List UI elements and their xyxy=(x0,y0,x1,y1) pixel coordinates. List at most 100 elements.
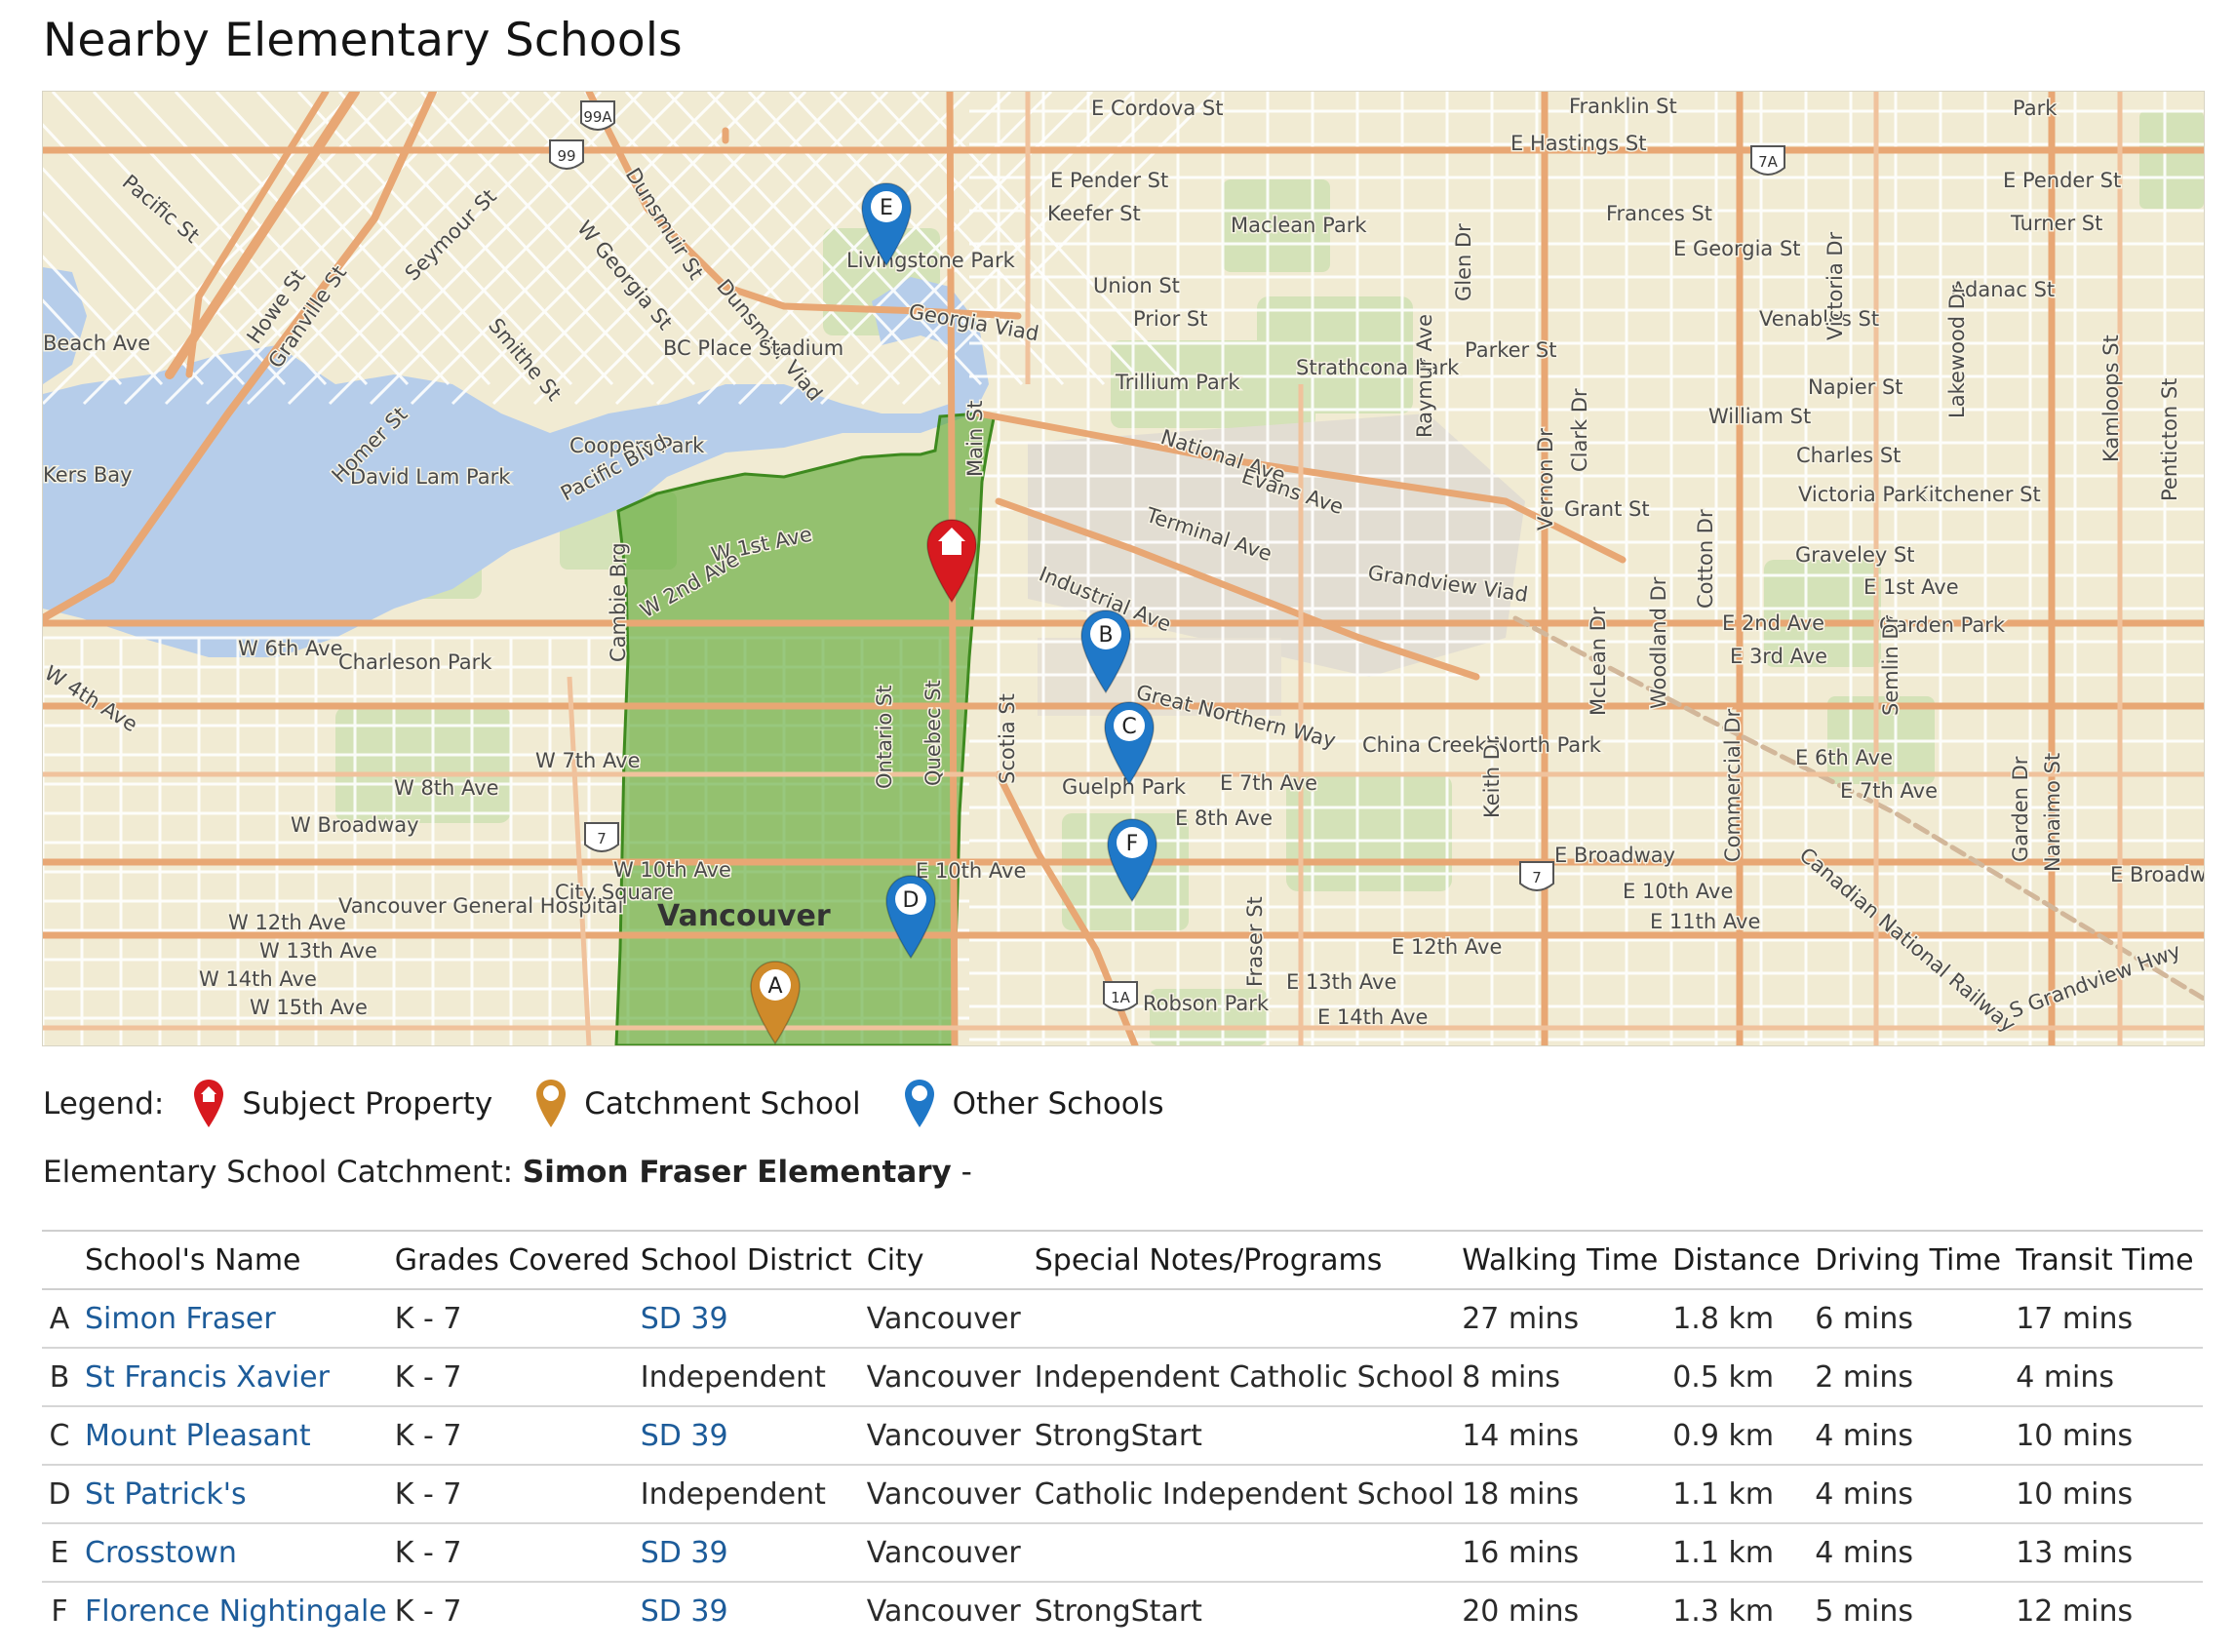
street-label: Ontario St xyxy=(873,686,896,790)
street-label: City Square xyxy=(555,881,674,904)
street-label: William St xyxy=(1708,405,1811,428)
distance-cell: 1.1 km xyxy=(1672,1523,1816,1583)
district-link[interactable]: SD 39 xyxy=(641,1536,728,1570)
driving-cell: 2 mins xyxy=(1815,1348,2017,1407)
catchment-school-name: Simon Fraser Elementary xyxy=(522,1155,952,1190)
street-label: Quebec St xyxy=(921,680,945,786)
district-link[interactable]: SD 39 xyxy=(641,1419,728,1453)
school-name-link[interactable]: Simon Fraser xyxy=(85,1302,276,1336)
header-letter xyxy=(42,1230,85,1290)
street-label: Keith Dr xyxy=(1480,735,1504,818)
street-label: W 13th Ave xyxy=(259,939,377,963)
notes-cell: Catholic Independent School xyxy=(1034,1465,1463,1524)
street-label: Victoria Dr xyxy=(1823,231,1847,340)
street-label: Victoria Park xyxy=(1798,483,1928,506)
row-letter: C xyxy=(42,1406,85,1466)
walking-cell: 27 mins xyxy=(1462,1289,1673,1349)
grades-cell: K - 7 xyxy=(394,1289,641,1349)
map[interactable]: 99A 99 7A 7 7 1A E Cordova St Franklin St Park E… xyxy=(42,91,2205,1046)
street-label: Guelph Park xyxy=(1062,775,1187,799)
district-link[interactable]: SD 39 xyxy=(641,1302,728,1336)
legend-subject-label: Subject Property xyxy=(242,1086,493,1121)
row-letter: D xyxy=(42,1465,85,1524)
street-label: E 11th Ave xyxy=(1650,910,1760,933)
street-label: E Pender St xyxy=(1050,169,1168,192)
map-canvas[interactable]: 99A 99 7A 7 7 1A E Cordova St Franklin St Park E… xyxy=(43,92,2204,1045)
grades-cell: K - 7 xyxy=(394,1593,462,1629)
walking-cell: 14 mins xyxy=(1462,1406,1673,1466)
street-label: Graveley St xyxy=(1795,543,1915,567)
table-row: A Simon Fraser K - 7 SD 39 Vancouver 27 … xyxy=(42,1289,2203,1349)
header-cell: School District xyxy=(640,1230,867,1290)
street-label: Frances St xyxy=(1606,202,1712,225)
street-label: E 7th Ave xyxy=(1840,779,1938,803)
svg-text:7: 7 xyxy=(1532,869,1542,886)
header-cell: City xyxy=(866,1230,1035,1290)
street-label: Glen Dr xyxy=(1452,223,1475,301)
street-label: E 1st Ave xyxy=(1863,575,1959,599)
school-name-link[interactable]: Crosstown xyxy=(85,1536,237,1570)
table-row: C Mount Pleasant K - 7 SD 39 Vancouver S… xyxy=(42,1406,2203,1466)
street-label: Venables St xyxy=(1759,307,1879,331)
street-label: Charleson Park xyxy=(338,650,492,674)
distance-cell: 1.3 km xyxy=(1672,1593,1775,1629)
street-label: Semlin Dr xyxy=(1879,614,1902,716)
header-cell: School's Name xyxy=(85,1230,395,1290)
transit-cell: 12 mins xyxy=(2016,1593,2134,1629)
street-label: Garden Dr xyxy=(2009,756,2032,862)
street-label: David Lam Park xyxy=(350,465,511,489)
street-label: W 6th Ave xyxy=(238,637,343,660)
street-label: E 10th Ave xyxy=(916,859,1026,883)
route-shield: 99A xyxy=(580,100,615,131)
walking-cell: 20 mins xyxy=(1462,1593,1580,1629)
page: Nearby Elementary Schools 99A 99 7A 7 7 … xyxy=(0,0,2235,1652)
legend-other-label: Other Schools xyxy=(952,1086,1164,1121)
svg-text:7A: 7A xyxy=(1758,153,1779,171)
school-name-link[interactable]: Mount Pleasant xyxy=(85,1419,311,1453)
route-shield: 7 xyxy=(1519,861,1554,891)
table-row: D St Patrick's K - 7 Independent Vancouv… xyxy=(42,1465,2203,1524)
header-cell: Transit Time xyxy=(2016,1230,2203,1290)
legend-subject: Subject Property xyxy=(193,1079,492,1129)
transit-cell: 17 mins xyxy=(2016,1289,2203,1349)
district-link[interactable]: SD 39 xyxy=(641,1594,728,1629)
row-letter: B xyxy=(42,1348,85,1407)
notes-cell: Independent Catholic School xyxy=(1034,1348,1463,1407)
table-row: F Florence Nightingale K - 7 SD 39 Vanco… xyxy=(42,1582,2203,1639)
street-label: E 7th Ave xyxy=(1220,771,1317,795)
notes-cell xyxy=(1034,1289,1463,1349)
street-label: McLean Dr xyxy=(1587,607,1610,716)
street-label: E 13th Ave xyxy=(1286,970,1396,994)
legend-catchment: Catchment School xyxy=(535,1079,861,1129)
notes-cell xyxy=(1034,1523,1463,1583)
transit-cell: 10 mins xyxy=(2016,1465,2203,1524)
street-label: Scotia St xyxy=(996,693,1019,784)
catchment-suffix: - xyxy=(961,1155,972,1190)
school-name-link[interactable]: St Patrick's xyxy=(85,1477,247,1512)
distance-cell: 0.5 km xyxy=(1672,1348,1816,1407)
driving-cell: 4 mins xyxy=(1815,1465,2017,1524)
city-cell: Vancouver xyxy=(866,1406,1035,1466)
city-cell: Vancouver xyxy=(866,1593,1021,1629)
legend-other: Other Schools xyxy=(904,1079,1164,1129)
street-label: Fraser St xyxy=(1243,896,1267,987)
street-label: Keefer St xyxy=(1047,202,1141,225)
route-shield: 7 xyxy=(584,822,619,852)
street-label: E Broadway xyxy=(1554,844,1675,867)
street-label: Main St xyxy=(963,401,987,477)
street-label: Charles St xyxy=(1796,444,1901,467)
schools-table: School's Name Grades Covered School Dist… xyxy=(42,1230,2203,1639)
driving-cell: 4 mins xyxy=(1815,1523,2017,1583)
street-label: W 14th Ave xyxy=(199,967,317,991)
school-name-link[interactable]: St Francis Xavier xyxy=(85,1360,330,1395)
marker-letter: B xyxy=(1098,623,1113,648)
street-label: Kamloops St xyxy=(2099,334,2123,462)
street-label: Commercial Dr xyxy=(1721,709,1745,862)
walking-cell: 18 mins xyxy=(1462,1465,1673,1524)
street-label: Woodland Dr xyxy=(1647,576,1670,709)
street-label: E 2nd Ave xyxy=(1722,611,1824,635)
street-label: E 14th Ave xyxy=(1317,1005,1428,1029)
street-label: Beach Ave xyxy=(43,332,150,355)
header-cell: Special Notes/Programs xyxy=(1034,1230,1463,1290)
school-name-link[interactable]: Florence Nightingale xyxy=(85,1594,387,1629)
